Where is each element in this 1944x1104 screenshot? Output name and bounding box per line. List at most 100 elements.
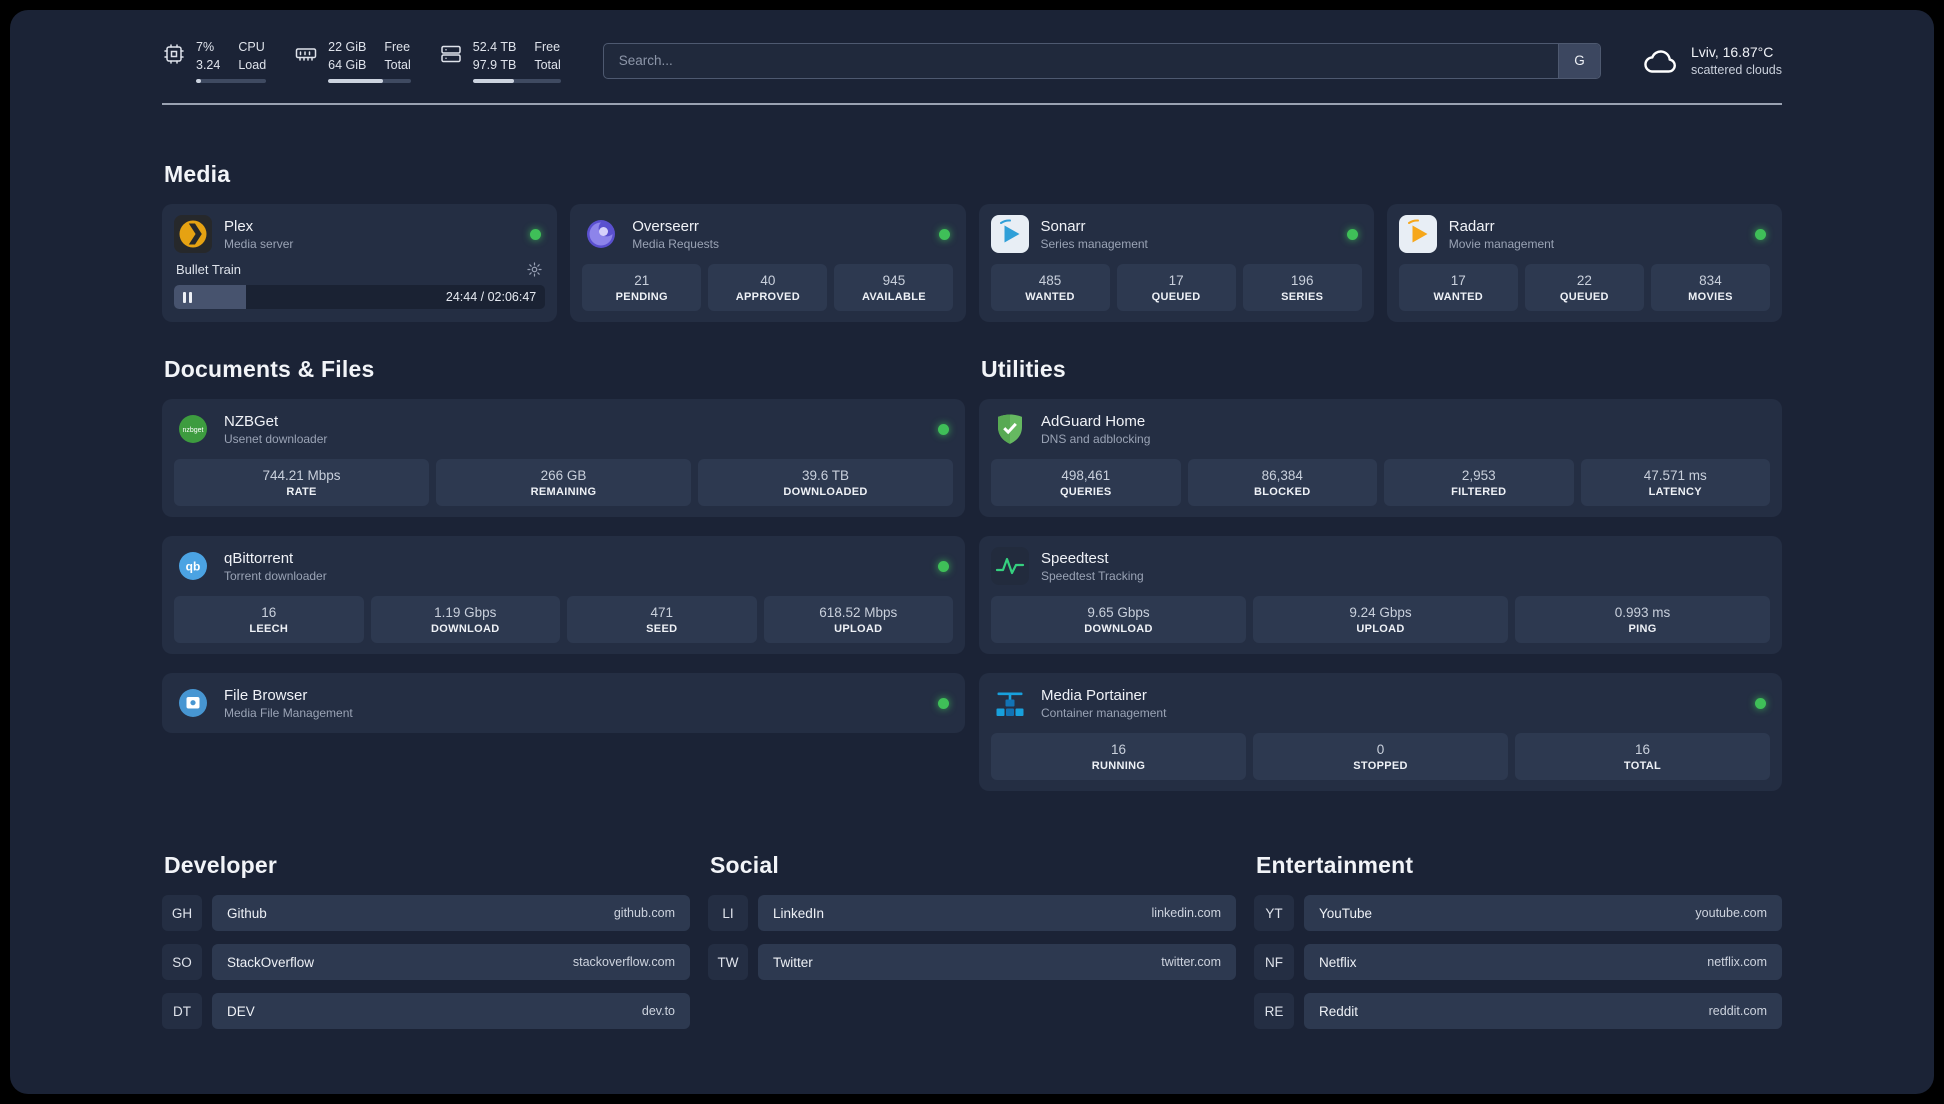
speedtest-name: Speedtest: [1041, 549, 1109, 567]
media-grid: Plex Media server Bullet Train 24:44 / 0…: [162, 204, 1782, 323]
stat-download: 1.19 Gbps DOWNLOAD: [370, 596, 560, 644]
stat-wanted: 17 WANTED: [1398, 264, 1518, 312]
stat-wanted-label: WANTED: [1433, 290, 1484, 303]
reddit-link[interactable]: Reddit reddit.com: [1304, 993, 1782, 1030]
cpu-usage-value: 7%: [196, 40, 215, 54]
app-card-adguard[interactable]: AdGuard Home DNS and adblocking 498,461 …: [979, 399, 1782, 518]
plex-player-top: Bullet Train: [174, 259, 545, 285]
app-card-speedtest[interactable]: Speedtest Speedtest Tracking 9.65 Gbps D…: [979, 536, 1782, 655]
stat-stopped-label: STOPPED: [1353, 759, 1408, 772]
nzbget-subtitle: Usenet downloader: [224, 431, 328, 446]
app-card-overseerr[interactable]: Overseerr Media Requests 21 PENDING 40 A…: [570, 204, 966, 323]
ram-free-value: 22 GiB: [328, 40, 367, 54]
disk-total-value: 97.9 TB: [472, 58, 517, 73]
stat-upload-value: 618.52 Mbps: [819, 604, 898, 620]
stat-wanted-label: WANTED: [1025, 290, 1075, 303]
stat-available-label: AVAILABLE: [861, 290, 926, 303]
qbittorrent-status-dot: [938, 560, 949, 572]
filebrowser-card-header: File Browser Media File Management: [174, 684, 953, 722]
app-card-qbittorrent[interactable]: qb qBittorrent Torrent downloader 16 LEE…: [162, 536, 965, 655]
section-media: Media Plex Media server Bullet Train 24:…: [162, 161, 1782, 323]
linkedin-link-name: LinkedIn: [773, 905, 825, 921]
playback-progress-bar[interactable]: 24:44 / 02:06:47: [174, 285, 546, 310]
sonarr-stats: 485 WANTED 17 QUEUED 196 SERIES: [990, 264, 1362, 312]
youtube-link[interactable]: YouTube youtube.com: [1304, 895, 1782, 932]
stackoverflow-link-name: StackOverflow: [227, 954, 315, 970]
stat-downloaded-label: DOWNLOADED: [783, 485, 868, 498]
twitter-link[interactable]: Twitter twitter.com: [758, 944, 1236, 981]
netflix-link[interactable]: Netflix netflix.com: [1304, 944, 1782, 981]
cpu-monitor: 7% 3.24 CPU Load: [162, 38, 267, 84]
cpu-icon: [162, 42, 186, 66]
player-settings-gear-icon[interactable]: [526, 261, 543, 278]
stat-upload-value: 9.24 Gbps: [1349, 604, 1412, 620]
stat-leech-label: LEECH: [249, 622, 289, 635]
radarr-meta: Radarr Movie management: [1449, 218, 1554, 251]
app-card-sonarr[interactable]: Sonarr Series management 485 WANTED 17 Q…: [978, 204, 1374, 323]
cpu-load-label: Load: [238, 58, 267, 73]
stat-download-value: 9.65 Gbps: [1087, 604, 1150, 620]
filebrowser-icon: [174, 684, 212, 722]
reddit-link-name: Reddit: [1319, 1003, 1359, 1019]
portainer-status-dot: [1755, 697, 1766, 709]
stat-blocked-value: 86,384: [1261, 467, 1303, 483]
stat-upload-label: UPLOAD: [1356, 622, 1405, 635]
stackoverflow-link[interactable]: StackOverflow stackoverflow.com: [212, 944, 690, 981]
search-bar[interactable]: G: [602, 42, 1601, 79]
stat-total-label: TOTAL: [1623, 759, 1662, 772]
stat-running-value: 16: [1110, 741, 1127, 757]
app-card-radarr[interactable]: Radarr Movie management 17 WANTED 22 QUE…: [1386, 204, 1782, 323]
youtube-link-name: YouTube: [1319, 905, 1373, 921]
adguard-meta: AdGuard Home DNS and adblocking: [1041, 413, 1150, 446]
bookmark-row-github: GH Github github.com: [162, 895, 690, 932]
stat-movies: 834 MOVIES: [1650, 264, 1770, 312]
github-link[interactable]: Github github.com: [212, 895, 690, 932]
cpu-load-value: 3.24: [196, 58, 221, 73]
search-engine-button[interactable]: G: [1557, 43, 1600, 78]
pause-icon[interactable]: [183, 285, 192, 309]
stat-queued-value: 22: [1576, 272, 1592, 288]
stackoverflow-abbr-badge: SO: [162, 944, 202, 981]
overseerr-meta: Overseerr Media Requests: [632, 218, 719, 251]
cpu-progress-fill: [196, 79, 201, 84]
stat-upload: 618.52 Mbps UPLOAD: [763, 596, 953, 644]
plex-status-dot: [530, 228, 542, 240]
section-documents: Documents & Files nzbget NZBGet Usenet d…: [162, 356, 965, 810]
app-card-plex[interactable]: Plex Media server Bullet Train 24:44 / 0…: [162, 204, 558, 323]
cpu-monitor-body: 7% 3.24 CPU Load: [196, 38, 267, 84]
bookmark-row-netflix: NF Netflix netflix.com: [1254, 944, 1782, 981]
overseerr-subtitle: Media Requests: [632, 236, 719, 251]
nzbget-card-header: nzbget NZBGet Usenet downloader: [174, 410, 953, 448]
stat-rate: 744.21 Mbps RATE: [174, 459, 429, 507]
app-card-portainer[interactable]: Media Portainer Container management 16 …: [979, 673, 1782, 792]
ram-progress-bar: [328, 79, 411, 84]
developer-section-title: Developer: [164, 852, 278, 879]
stat-running-label: RUNNING: [1091, 759, 1146, 772]
linkedin-link[interactable]: LinkedIn linkedin.com: [758, 895, 1236, 932]
portainer-subtitle: Container management: [1041, 705, 1167, 720]
stat-queries-value: 498,461: [1061, 467, 1111, 483]
media-section-title: Media: [164, 161, 231, 188]
portainer-meta: Media Portainer Container management: [1041, 687, 1166, 720]
disk-total-label: Total: [534, 58, 561, 73]
dev-link-url: dev.to: [641, 1004, 675, 1019]
weather-widget: Lviv, 16.87°C scattered clouds: [1643, 43, 1782, 79]
plex-name: Plex: [224, 217, 254, 235]
ram-total-label: Total: [384, 58, 411, 73]
search-input[interactable]: [603, 43, 1558, 78]
stat-wanted-value: 17: [1450, 272, 1466, 288]
dev-link[interactable]: DEV dev.to: [212, 993, 690, 1030]
nzbget-stats: 744.21 Mbps RATE 266 GB REMAINING 39.6 T…: [174, 459, 953, 507]
overseerr-status-dot: [938, 228, 950, 240]
stat-upload-label: UPLOAD: [834, 622, 883, 635]
stat-approved-value: 40: [760, 272, 776, 288]
qbittorrent-card-header: qb qBittorrent Torrent downloader: [174, 547, 953, 585]
stat-rate-label: RATE: [286, 485, 317, 498]
stat-filtered-label: FILTERED: [1451, 485, 1507, 498]
app-card-nzbget[interactable]: nzbget NZBGet Usenet downloader 744.21 M…: [162, 399, 965, 518]
radarr-icon: [1398, 215, 1437, 254]
app-card-filebrowser[interactable]: File Browser Media File Management: [162, 673, 965, 734]
middle-columns: Documents & Files nzbget NZBGet Usenet d…: [162, 356, 1782, 810]
stat-queries-label: QUERIES: [1059, 485, 1112, 498]
cpu-label: CPU: [238, 40, 265, 54]
